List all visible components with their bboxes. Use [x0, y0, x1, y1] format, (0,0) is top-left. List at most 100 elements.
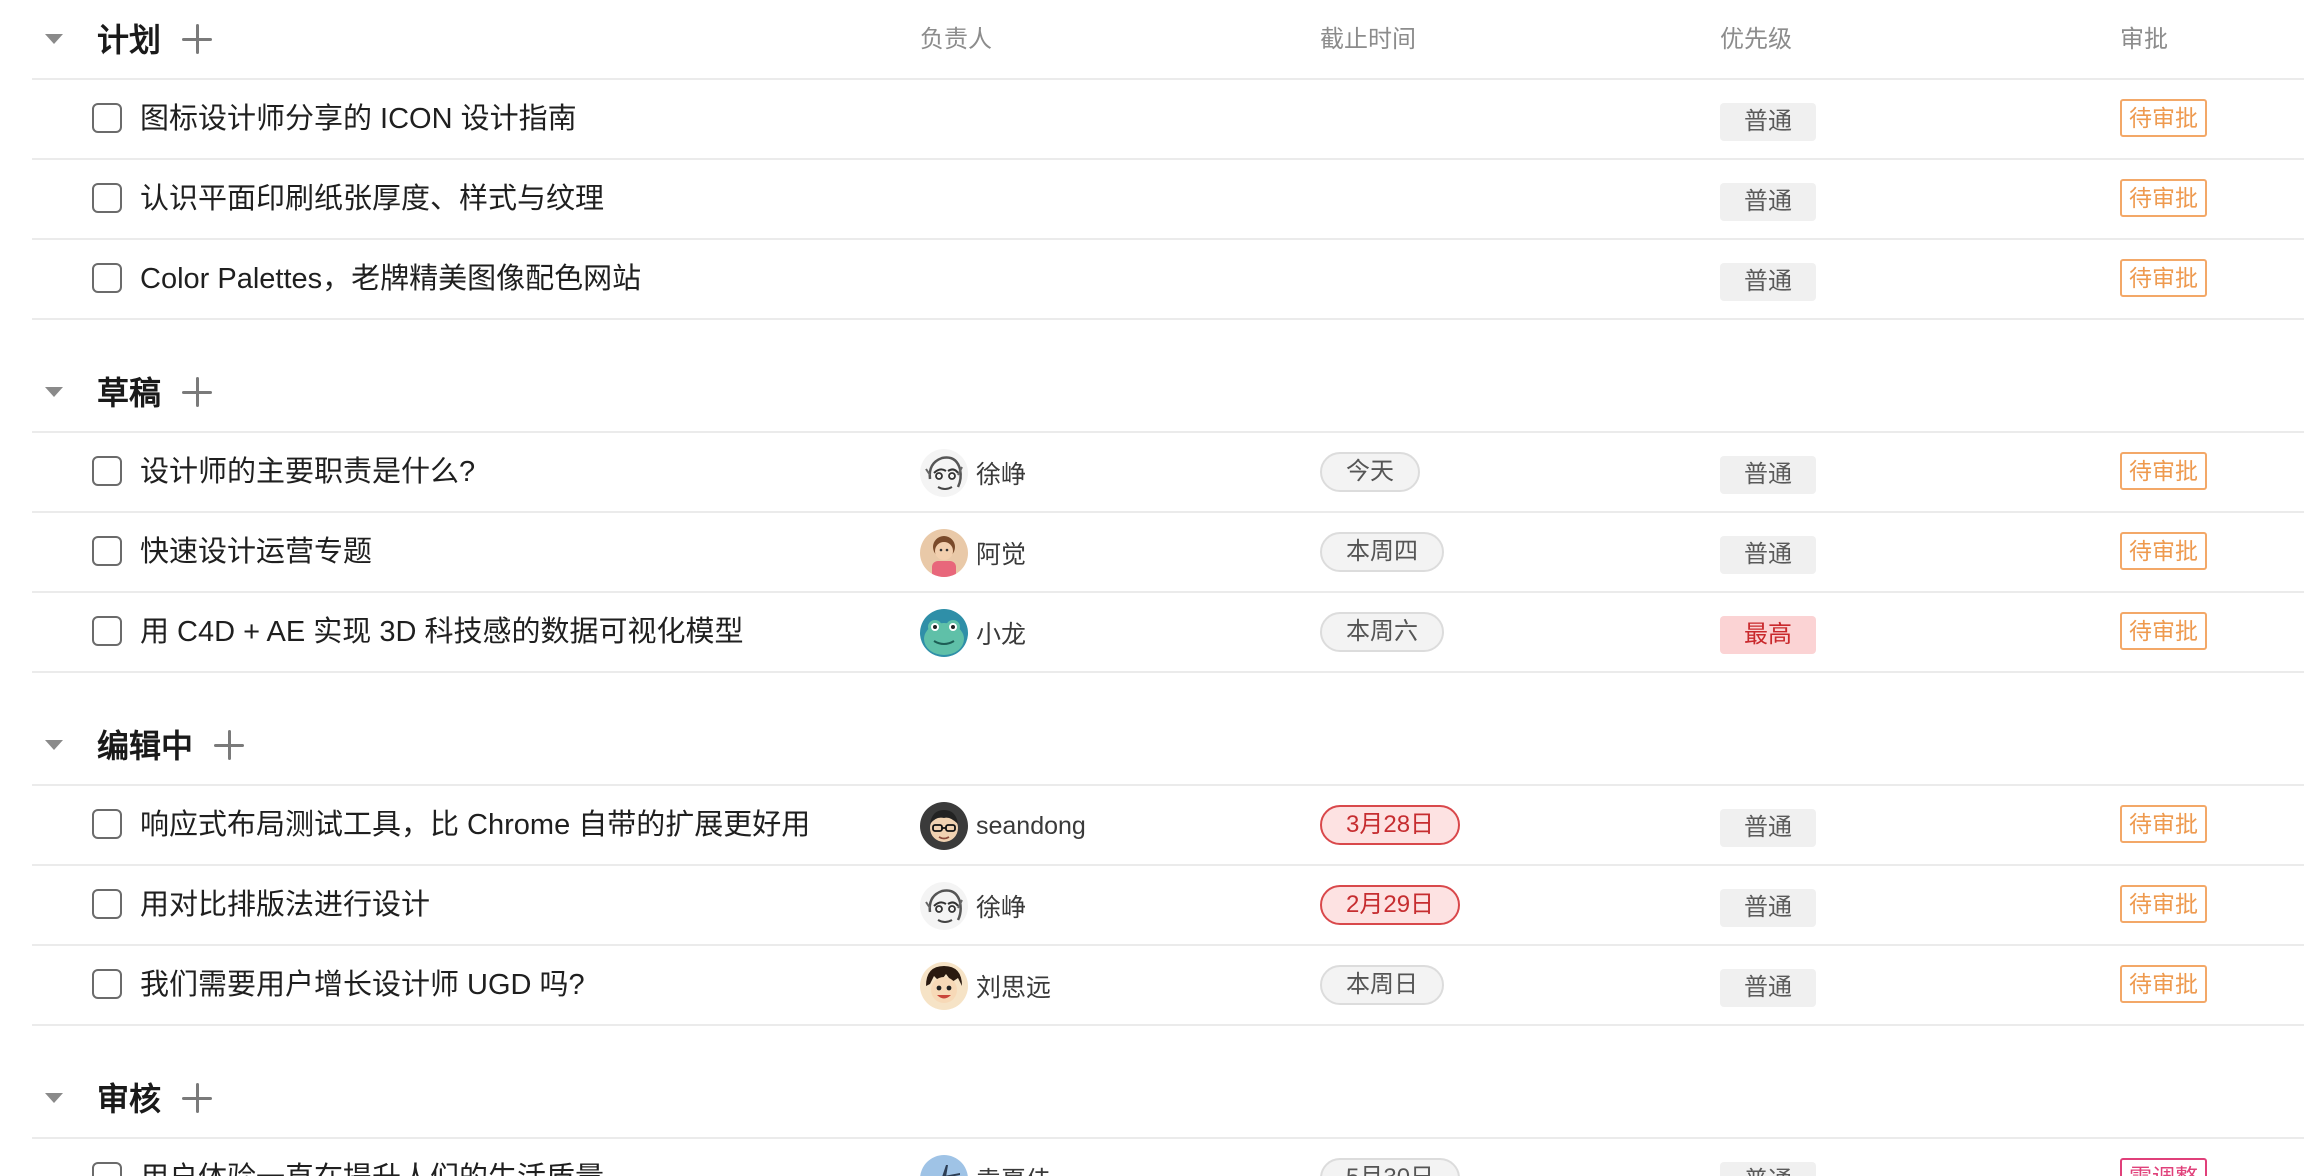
approval-status-tag[interactable]: 待审批	[2120, 885, 2207, 923]
add-task-plus-icon[interactable]	[180, 22, 214, 56]
group-header: 计划 负责人 截止时间 优先级 审批	[32, 0, 2304, 80]
assignee-name: 刘思远	[976, 974, 1052, 1002]
avatar	[920, 529, 968, 577]
assignee-name: 小龙	[976, 621, 1027, 649]
task-title[interactable]: 快速设计运营专题	[140, 532, 372, 572]
task-checkbox[interactable]	[92, 889, 122, 919]
task-row[interactable]: Color Palettes，老牌精美图像配色网站 普通 待审批	[32, 240, 2304, 320]
assignee[interactable]: 刘思远	[920, 962, 1051, 1010]
avatar	[920, 1155, 968, 1176]
due-date-pill[interactable]: 2月29日	[1320, 885, 1461, 925]
approval-status-tag[interactable]: 待审批	[2120, 179, 2207, 217]
add-task-plus-icon[interactable]	[180, 375, 214, 409]
priority-badge[interactable]: 普通	[1720, 103, 1816, 141]
task-checkbox[interactable]	[92, 263, 122, 293]
task-checkbox[interactable]	[92, 1162, 122, 1176]
assignee[interactable]: 徐峥	[920, 882, 1026, 930]
due-date-pill[interactable]: 5月30日	[1320, 1158, 1461, 1176]
task-title[interactable]: 用 C4D + AE 实现 3D 科技感的数据可视化模型	[140, 612, 743, 652]
approval-status-tag[interactable]: 待审批	[2120, 532, 2207, 570]
approval-status-tag[interactable]: 待审批	[2120, 805, 2207, 843]
assignee-name: 阿觉	[976, 541, 1027, 569]
assignee-name: 徐峥	[976, 461, 1027, 489]
group-title: 审核	[97, 1081, 162, 1117]
column-header-due: 截止时间	[1320, 26, 1416, 53]
task-row[interactable]: 快速设计运营专题 阿觉 本周四 普通 待审批	[32, 513, 2304, 593]
add-task-plus-icon[interactable]	[212, 728, 246, 762]
task-board: 计划 负责人 截止时间 优先级 审批 图标设计师分享的 ICON 设计指南 普通…	[0, 0, 2304, 1176]
approval-status-tag[interactable]: 待审批	[2120, 99, 2207, 137]
task-title[interactable]: 设计师的主要职责是什么?	[140, 452, 475, 492]
priority-badge[interactable]: 普通	[1720, 1162, 1816, 1176]
priority-badge[interactable]: 普通	[1720, 183, 1816, 221]
task-checkbox[interactable]	[92, 969, 122, 999]
approval-status-tag[interactable]: 待审批	[2120, 612, 2207, 650]
assignee-name: 袁夏佳	[976, 1161, 1051, 1176]
assignee[interactable]: seandong	[920, 802, 1086, 850]
assignee[interactable]: 徐峥	[920, 449, 1026, 497]
task-group-editing: 编辑中 响应式布局测试工具，比 Chrome 自带的扩展更好用 seandong…	[0, 706, 2304, 1026]
collapse-caret-icon[interactable]	[45, 1093, 63, 1103]
due-date-pill[interactable]: 本周六	[1320, 612, 1444, 652]
task-checkbox[interactable]	[92, 536, 122, 566]
task-row[interactable]: 设计师的主要职责是什么? 徐峥 今天 普通 待审批	[32, 433, 2304, 513]
task-title[interactable]: 用户体验一直在提升人们的生活质量	[140, 1158, 604, 1176]
group-header: 审核	[32, 1059, 2304, 1139]
priority-badge[interactable]: 普通	[1720, 969, 1816, 1007]
due-date-pill[interactable]: 今天	[1320, 452, 1420, 492]
task-title[interactable]: 认识平面印刷纸张厚度、样式与纹理	[140, 179, 604, 219]
group-title: 草稿	[97, 375, 162, 411]
avatar	[920, 802, 968, 850]
task-row[interactable]: 图标设计师分享的 ICON 设计指南 普通 待审批	[32, 80, 2304, 160]
task-row[interactable]: 用对比排版法进行设计 徐峥 2月29日 普通 待审批	[32, 866, 2304, 946]
task-checkbox[interactable]	[92, 183, 122, 213]
task-checkbox[interactable]	[92, 456, 122, 486]
assignee-name: 徐峥	[976, 894, 1027, 922]
task-group-draft: 草稿 设计师的主要职责是什么? 徐峥 今天 普通 待审批 快速设计运营专题 阿觉…	[0, 353, 2304, 673]
collapse-caret-icon[interactable]	[45, 387, 63, 397]
task-title[interactable]: 响应式布局测试工具，比 Chrome 自带的扩展更好用	[140, 805, 810, 845]
group-header: 编辑中	[32, 706, 2304, 786]
approval-status-tag[interactable]: 待审批	[2120, 452, 2207, 490]
assignee[interactable]: 袁夏佳	[920, 1155, 1051, 1176]
task-row[interactable]: 响应式布局测试工具，比 Chrome 自带的扩展更好用 seandong 3月2…	[32, 786, 2304, 866]
column-header-priority: 优先级	[1720, 26, 1792, 53]
task-group-review: 审核 用户体验一直在提升人们的生活质量 袁夏佳 5月30日 普通 需调整	[0, 1059, 2304, 1176]
task-row[interactable]: 用 C4D + AE 实现 3D 科技感的数据可视化模型 小龙 本周六 最高 待…	[32, 593, 2304, 673]
avatar	[920, 609, 968, 657]
task-title[interactable]: 图标设计师分享的 ICON 设计指南	[140, 99, 577, 139]
task-title[interactable]: 用对比排版法进行设计	[140, 885, 430, 925]
task-checkbox[interactable]	[92, 616, 122, 646]
task-row[interactable]: 认识平面印刷纸张厚度、样式与纹理 普通 待审批	[32, 160, 2304, 240]
avatar	[920, 962, 968, 1010]
priority-badge[interactable]: 普通	[1720, 456, 1816, 494]
priority-badge[interactable]: 普通	[1720, 263, 1816, 301]
due-date-pill[interactable]: 本周日	[1320, 965, 1444, 1005]
column-header-approval: 审批	[2120, 26, 2168, 53]
task-row[interactable]: 用户体验一直在提升人们的生活质量 袁夏佳 5月30日 普通 需调整	[32, 1139, 2304, 1176]
task-row[interactable]: 我们需要用户增长设计师 UGD 吗? 刘思远 本周日 普通 待审批	[32, 946, 2304, 1026]
add-task-plus-icon[interactable]	[180, 1081, 214, 1115]
collapse-caret-icon[interactable]	[45, 34, 63, 44]
column-header-assignee: 负责人	[920, 26, 992, 53]
priority-badge[interactable]: 普通	[1720, 809, 1816, 847]
approval-status-tag[interactable]: 待审批	[2120, 965, 2207, 1003]
due-date-pill[interactable]: 3月28日	[1320, 805, 1461, 845]
approval-status-tag[interactable]: 需调整	[2120, 1158, 2207, 1176]
avatar	[920, 449, 968, 497]
assignee[interactable]: 小龙	[920, 609, 1026, 657]
collapse-caret-icon[interactable]	[45, 740, 63, 750]
task-title[interactable]: Color Palettes，老牌精美图像配色网站	[140, 259, 641, 299]
task-checkbox[interactable]	[92, 103, 122, 133]
task-group-plan: 计划 负责人 截止时间 优先级 审批 图标设计师分享的 ICON 设计指南 普通…	[0, 0, 2304, 320]
priority-badge[interactable]: 最高	[1720, 616, 1816, 654]
priority-badge[interactable]: 普通	[1720, 536, 1816, 574]
approval-status-tag[interactable]: 待审批	[2120, 259, 2207, 297]
group-header: 草稿	[32, 353, 2304, 433]
task-checkbox[interactable]	[92, 809, 122, 839]
group-title: 编辑中	[97, 728, 194, 764]
due-date-pill[interactable]: 本周四	[1320, 532, 1444, 572]
priority-badge[interactable]: 普通	[1720, 889, 1816, 927]
assignee[interactable]: 阿觉	[920, 529, 1026, 577]
task-title[interactable]: 我们需要用户增长设计师 UGD 吗?	[140, 965, 585, 1005]
